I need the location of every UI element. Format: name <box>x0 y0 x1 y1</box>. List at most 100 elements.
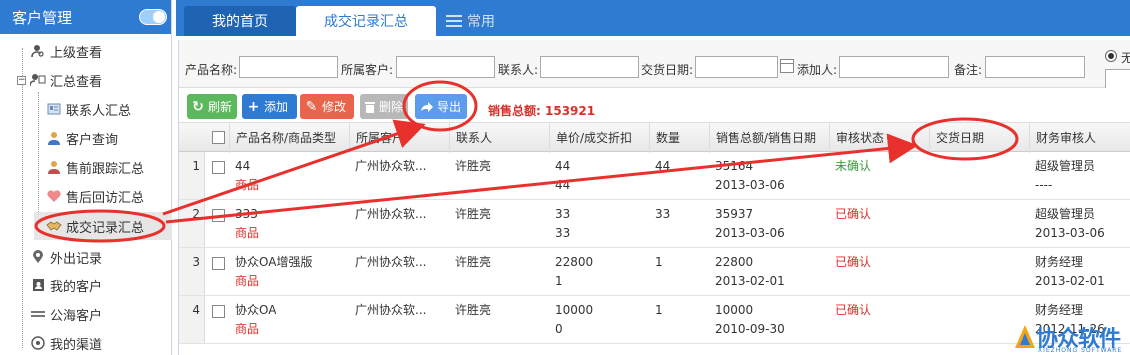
edit-button[interactable]: ✎ 修改 <box>300 94 354 119</box>
filter-radio[interactable] <box>1105 50 1117 62</box>
refresh-icon: ↻ <box>192 98 204 115</box>
table-header: 产品名称/商品类型 所属客户 联系人 单价/成交折扣 数量 销售总额/销售日期 … <box>179 122 1130 153</box>
customer-name: 广州协众软... <box>355 159 427 173</box>
audit-status: 已确认 <box>835 303 872 317</box>
audit-date: 2013-03-06 <box>1035 226 1105 240</box>
logo-subtext: XIEZHONG SOFTWARE <box>1038 347 1123 354</box>
sidebar-item-label: 我的渠道 <box>50 337 103 353</box>
sidebar-item-label: 公海客户 <box>50 308 103 324</box>
lines-icon <box>30 306 46 322</box>
header-quantity[interactable]: 数量 <box>649 123 709 153</box>
customer-name: 广州协众软... <box>355 207 427 221</box>
quantity: 1 <box>655 255 663 269</box>
audit-date: 2013-02-01 <box>1035 274 1105 288</box>
header-finance-auditor[interactable]: 财务审核人 <box>1029 123 1130 153</box>
remark-label: 备注: <box>954 63 983 77</box>
sidebar-toggle[interactable] <box>139 9 167 25</box>
select-all-checkbox[interactable] <box>212 131 225 144</box>
tree-guide-line <box>38 92 39 226</box>
tab-common[interactable]: 常用 <box>442 6 532 36</box>
audit-status: 未确认 <box>835 159 872 173</box>
watermark-logo: 协众软件 XIEZHONG SOFTWARE <box>1012 318 1130 355</box>
sales-total: 10000 <box>715 303 754 317</box>
table-row[interactable]: 3 协众OA增强版 商品 广州协众软... 许胜亮 22800 1 1 2280… <box>179 248 1130 296</box>
deal-date-input[interactable] <box>695 56 778 78</box>
sidebar-item-my-channels[interactable]: 我的渠道 <box>30 329 170 355</box>
quantity: 33 <box>655 207 671 221</box>
sales-date: 2013-02-01 <box>715 274 785 288</box>
calendar-icon[interactable] <box>780 59 794 73</box>
sales-total: 35937 <box>715 207 754 221</box>
refresh-button[interactable]: ↻ 刷新 <box>187 94 237 119</box>
remark-input[interactable] <box>985 56 1085 78</box>
table-row[interactable]: 1 44 商品 广州协众软... 许胜亮 44 44 44 35164 2013… <box>179 152 1130 200</box>
product-type: 商品 <box>235 274 260 288</box>
header-delivery-date[interactable]: 交货日期 <box>929 123 1029 153</box>
contact-book-icon <box>30 277 46 293</box>
product-type: 商品 <box>235 178 260 192</box>
sales-date: 2013-03-06 <box>715 178 785 192</box>
discount: 33 <box>555 226 571 240</box>
customer-name: 广州协众软... <box>355 255 427 269</box>
sidebar-item-aftersale-visit[interactable]: 售后回访汇总 <box>46 182 170 210</box>
contact-name: 许胜亮 <box>455 207 492 221</box>
sales-date: 2013-03-06 <box>715 226 785 240</box>
row-checkbox[interactable] <box>212 305 225 318</box>
sidebar-item-deal-records[interactable]: 成交记录汇总 <box>34 212 172 240</box>
header-contact[interactable]: 联系人 <box>449 123 549 153</box>
contact-name: 许胜亮 <box>455 303 492 317</box>
tree-collapse-toggle[interactable]: − <box>17 76 26 85</box>
delete-button[interactable]: 删除 <box>360 94 408 119</box>
add-button[interactable]: + 添加 <box>242 94 297 119</box>
finance-auditor: 超级管理员 <box>1035 159 1096 173</box>
sales-total: 销售总额: 153921 <box>488 102 595 119</box>
finance-auditor: 财务经理 <box>1035 255 1084 269</box>
sidebar-item-customer-query[interactable]: 客户查询 <box>46 124 170 152</box>
export-button[interactable]: 导出 <box>415 94 467 119</box>
product-name: 44 <box>235 159 251 173</box>
sidebar-item-label: 外出记录 <box>50 251 103 267</box>
export-label: 导出 <box>437 100 462 114</box>
unit-price: 33 <box>555 207 571 221</box>
channel-icon <box>30 335 46 351</box>
header-customer[interactable]: 所属客户 <box>349 123 449 153</box>
discount: 1 <box>555 274 563 288</box>
row-checkbox[interactable] <box>212 257 225 270</box>
table-row[interactable]: 4 协众OA 商品 广州协众软... 许胜亮 10000 0 1 10000 2… <box>179 296 1130 344</box>
refresh-label: 刷新 <box>207 100 232 114</box>
sidebar-item-label: 我的客户 <box>50 279 103 295</box>
sales-total-label: 销售总额: <box>488 104 541 118</box>
filter-radio-label: 无 <box>1121 51 1130 65</box>
sidebar-title: 客户管理 <box>12 8 73 27</box>
customer-input[interactable] <box>396 56 495 78</box>
tab-label: 常用 <box>467 14 495 30</box>
header-audit-status[interactable]: 审核状态 <box>829 123 929 153</box>
contact-name: 许胜亮 <box>455 159 492 173</box>
row-number: 2 <box>179 200 205 247</box>
sidebar-item-superior-view[interactable]: 上级查看 <box>30 37 170 65</box>
product-name-input[interactable] <box>239 56 338 78</box>
row-checkbox[interactable] <box>212 209 225 222</box>
tab-home[interactable]: 我的首页 <box>184 6 296 36</box>
sidebar-item-contacts-summary[interactable]: 联系人汇总 <box>46 95 170 123</box>
logo-mark-icon <box>1015 325 1035 348</box>
row-number: 1 <box>179 152 205 199</box>
product-name: 协众OA <box>235 303 277 317</box>
table-row[interactable]: 2 333 商品 广州协众软... 许胜亮 33 33 33 35937 201… <box>179 200 1130 248</box>
sidebar-item-public-customers[interactable]: 公海客户 <box>30 300 170 328</box>
adder-input[interactable] <box>839 56 949 78</box>
header-product-name[interactable]: 产品名称/商品类型 <box>229 123 347 153</box>
header-total-date[interactable]: 销售总额/销售日期 <box>709 123 829 153</box>
contact-input[interactable] <box>540 56 639 78</box>
finance-auditor: 财务经理 <box>1035 303 1084 317</box>
header-price-discount[interactable]: 单价/成交折扣 <box>549 123 649 153</box>
contact-label: 联系人: <box>498 63 539 77</box>
sidebar-item-my-customers[interactable]: 我的客户 <box>30 271 170 299</box>
tab-deal-records[interactable]: 成交记录汇总 <box>296 6 436 36</box>
sidebar-item-presale-tracking[interactable]: 售前跟踪汇总 <box>46 153 170 181</box>
tab-bar: 我的首页 成交记录汇总 常用 <box>176 0 1130 36</box>
sidebar-item-summary-view[interactable]: 汇总查看 <box>30 66 170 94</box>
adder-label: 添加人: <box>797 63 838 77</box>
sidebar-item-outing-records[interactable]: 外出记录 <box>30 243 170 271</box>
row-checkbox[interactable] <box>212 161 225 174</box>
